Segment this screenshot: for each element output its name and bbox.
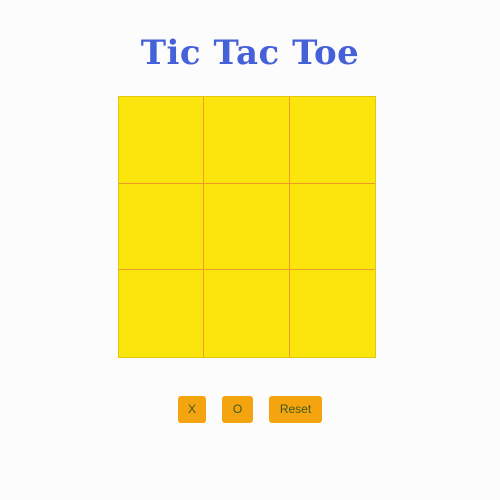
board-cell-4[interactable]: [119, 183, 205, 271]
game-controls: X O Reset: [0, 396, 500, 424]
board-cell-7[interactable]: [119, 270, 205, 357]
board-cell-1[interactable]: [119, 97, 205, 184]
board-cell-8[interactable]: [204, 270, 290, 357]
board-cell-9[interactable]: [289, 270, 375, 357]
board-cell-5[interactable]: [204, 183, 290, 271]
board-cell-2[interactable]: [204, 97, 290, 184]
page-title: Tic Tac Toe: [140, 33, 360, 73]
choose-o-button[interactable]: O: [222, 396, 253, 423]
choose-x-button[interactable]: X: [178, 396, 206, 423]
tic-tac-toe-app: Tic Tac Toe X O Reset: [0, 0, 500, 500]
game-board: [118, 96, 376, 358]
reset-button[interactable]: Reset: [269, 396, 322, 423]
board-cell-6[interactable]: [289, 183, 375, 271]
board-cell-3[interactable]: [289, 97, 375, 184]
